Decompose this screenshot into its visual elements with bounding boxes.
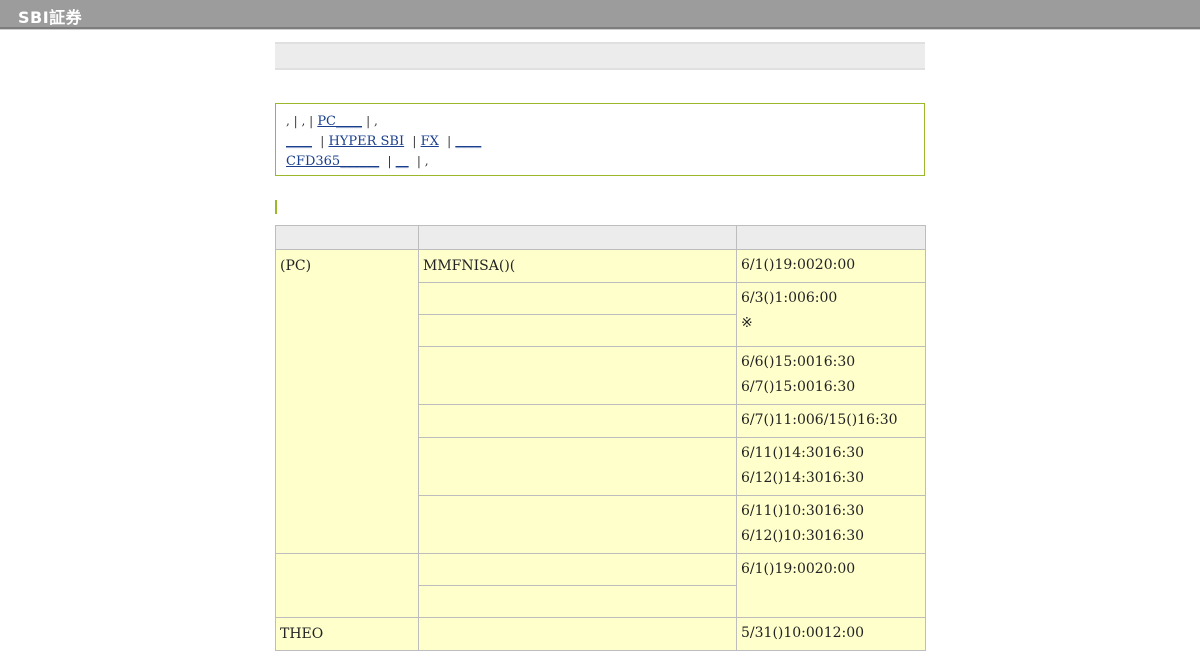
time-text: 6/12()10:3016:30 — [741, 528, 865, 544]
time-text: 6/7()15:0016:30 — [741, 379, 856, 395]
header-divider — [0, 29, 1200, 30]
notice-text: | , — [416, 154, 429, 168]
separator: | — [412, 134, 417, 148]
service-cell — [418, 585, 737, 618]
blank-link-1[interactable]: ____ — [286, 134, 312, 149]
time-cell: 6/11()14:3016:30 6/12()14:3016:30 — [736, 437, 926, 496]
service-cell — [418, 282, 737, 315]
service-cell: MMFNISA()( — [418, 249, 737, 283]
time-text: 6/1()19:0020:00 — [741, 561, 856, 577]
category-cell — [275, 553, 419, 618]
notice-line-2: ____ | HYPER SBI | FX | ____ — [286, 131, 914, 151]
header-service — [418, 225, 737, 250]
service-cell — [418, 404, 737, 438]
main-content: , | , | PC____ | , ____ | HYPER SBI | FX… — [275, 42, 926, 651]
maintenance-schedule-table: (PC) MMFNISA()( 6/1()19:0020:00 6/3()1:0… — [275, 225, 926, 651]
blank-link-2[interactable]: ____ — [455, 134, 481, 149]
cfd365-link[interactable]: CFD365______ — [286, 154, 379, 169]
separator: | — [320, 134, 325, 148]
header-time — [736, 225, 926, 250]
table-row: (PC) MMFNISA()( 6/1()19:0020:00 — [275, 249, 926, 554]
service-cell — [418, 617, 737, 651]
service-cell — [418, 346, 737, 405]
time-cell: 6/1()19:0020:00 — [736, 249, 926, 283]
table-header-row — [275, 225, 926, 250]
time-text: 6/1()19:0020:00 — [741, 257, 856, 273]
notice-text: | , — [366, 114, 378, 128]
time-text: 5/31()10:0012:00 — [741, 625, 865, 641]
separator: | — [447, 134, 452, 148]
notice-line-1: , | , | PC____ | , — [286, 111, 914, 131]
service-cell — [418, 314, 737, 347]
separator: | — [387, 154, 392, 168]
section-heading-marker — [275, 200, 277, 214]
notice-line-3: CFD365______ | __ | , — [286, 151, 914, 171]
category-cell: (PC) — [275, 249, 419, 554]
table-row: 6/1()19:0020:00 — [275, 553, 926, 618]
pc-link[interactable]: PC____ — [317, 114, 362, 129]
service-cell — [418, 495, 737, 554]
hyper-sbi-link[interactable]: HYPER SBI — [328, 134, 404, 149]
fx-link[interactable]: FX — [421, 134, 439, 149]
time-cell: 5/31()10:0012:00 — [736, 617, 926, 651]
time-text: 6/6()15:0016:30 — [741, 354, 856, 370]
time-text: 6/3()1:006:00 — [741, 290, 838, 306]
top-header-bar: SBI証券 — [0, 0, 1200, 29]
time-cell: 6/11()10:3016:30 6/12()10:3016:30 — [736, 495, 926, 554]
time-text: 6/11()14:3016:30 — [741, 445, 865, 461]
service-cell — [418, 553, 737, 586]
page-title-banner — [275, 42, 925, 70]
note-mark: ※ — [741, 315, 753, 331]
time-cell: 6/3()1:006:00 ※ — [736, 282, 926, 347]
header-category — [275, 225, 419, 250]
blank-link-3[interactable]: __ — [396, 154, 409, 169]
category-cell: THEO — [275, 617, 419, 651]
time-text: 6/12()14:3016:30 — [741, 470, 865, 486]
time-cell: 6/6()15:0016:30 6/7()15:0016:30 — [736, 346, 926, 405]
time-cell: 6/1()19:0020:00 — [736, 553, 926, 618]
time-text: 6/7()11:006/15()16:30 — [741, 412, 898, 428]
notice-text: , | , | — [286, 114, 314, 128]
sbi-logo[interactable]: SBI証券 — [18, 4, 82, 28]
table-row: THEO 5/31()10:0012:00 — [275, 617, 926, 651]
service-cell — [418, 437, 737, 496]
notice-box: , | , | PC____ | , ____ | HYPER SBI | FX… — [275, 103, 925, 176]
time-text: 6/11()10:3016:30 — [741, 503, 865, 519]
time-cell: 6/7()11:006/15()16:30 — [736, 404, 926, 438]
